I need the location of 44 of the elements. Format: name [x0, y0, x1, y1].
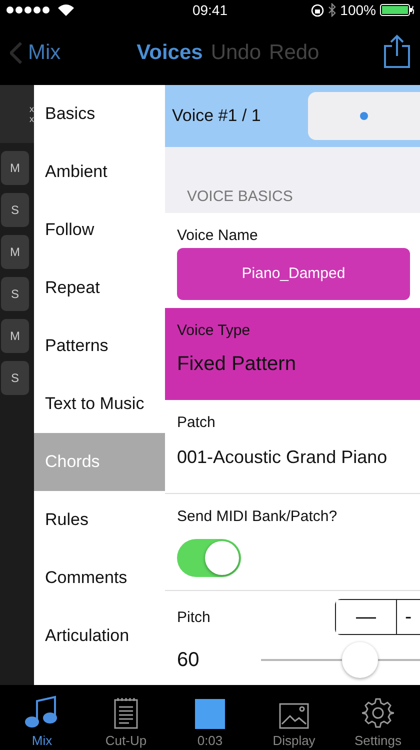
mute-solo-button[interactable]: M [1, 235, 29, 269]
bluetooth-icon [328, 3, 336, 17]
strip-mark: x [30, 114, 34, 124]
field-value: 001-Acoustic Grand Piano [176, 446, 388, 468]
voice-name-button[interactable]: Piano_Damped [177, 248, 410, 300]
field-value: Fixed Pattern [176, 352, 297, 376]
music-note-icon [25, 695, 59, 729]
rotation-lock-icon [311, 4, 324, 16]
tab-bar-item[interactable]: Settings [336, 685, 420, 750]
mute-solo-button[interactable]: S [1, 193, 29, 227]
share-button[interactable] [384, 34, 410, 71]
mute-solo-button[interactable]: S [1, 277, 29, 311]
strip-mark: x [30, 104, 34, 114]
image-icon [279, 703, 309, 729]
field-value: 60 [176, 648, 200, 672]
toggle-switch[interactable] [177, 538, 241, 577]
section-header: VOICE BASICS [187, 188, 293, 205]
mute-solo-button[interactable]: S [1, 361, 29, 395]
wifi-icon [58, 4, 74, 16]
settings-icon [362, 697, 394, 729]
tab-bar-item[interactable]: 0:03 [168, 685, 252, 750]
stop-icon [195, 699, 225, 729]
tab-bar-item[interactable]: Mix [0, 685, 84, 750]
battery-icon [380, 4, 414, 16]
notepad-icon [114, 697, 138, 729]
field-label: Voice Name [176, 226, 259, 244]
back-button[interactable]: Mix [10, 40, 61, 64]
battery-percent: 100% [340, 2, 376, 18]
mute-solo-button[interactable]: M [1, 319, 29, 353]
voice-type-row[interactable]: Voice Type Fixed Pattern [165, 308, 420, 400]
status-time: 09:41 [192, 2, 228, 18]
dot-icon [360, 112, 368, 120]
field-label: Send MIDI Bank/Patch? [176, 508, 338, 525]
field-label: Patch [176, 414, 216, 431]
tab-bar-item[interactable]: Cut-Up [84, 685, 168, 750]
nav-title: Voices [136, 40, 203, 64]
voice-header: Voice #1 / 1 [172, 106, 261, 126]
back-chevron-icon [10, 42, 22, 64]
page-indicator[interactable] [308, 92, 420, 140]
mute-solo-button[interactable]: M [1, 151, 29, 185]
tab-bar-item[interactable]: Display [252, 685, 336, 750]
field-label: Voice Type [176, 322, 252, 340]
share-icon [384, 34, 410, 68]
field-label: Pitch [176, 608, 212, 626]
